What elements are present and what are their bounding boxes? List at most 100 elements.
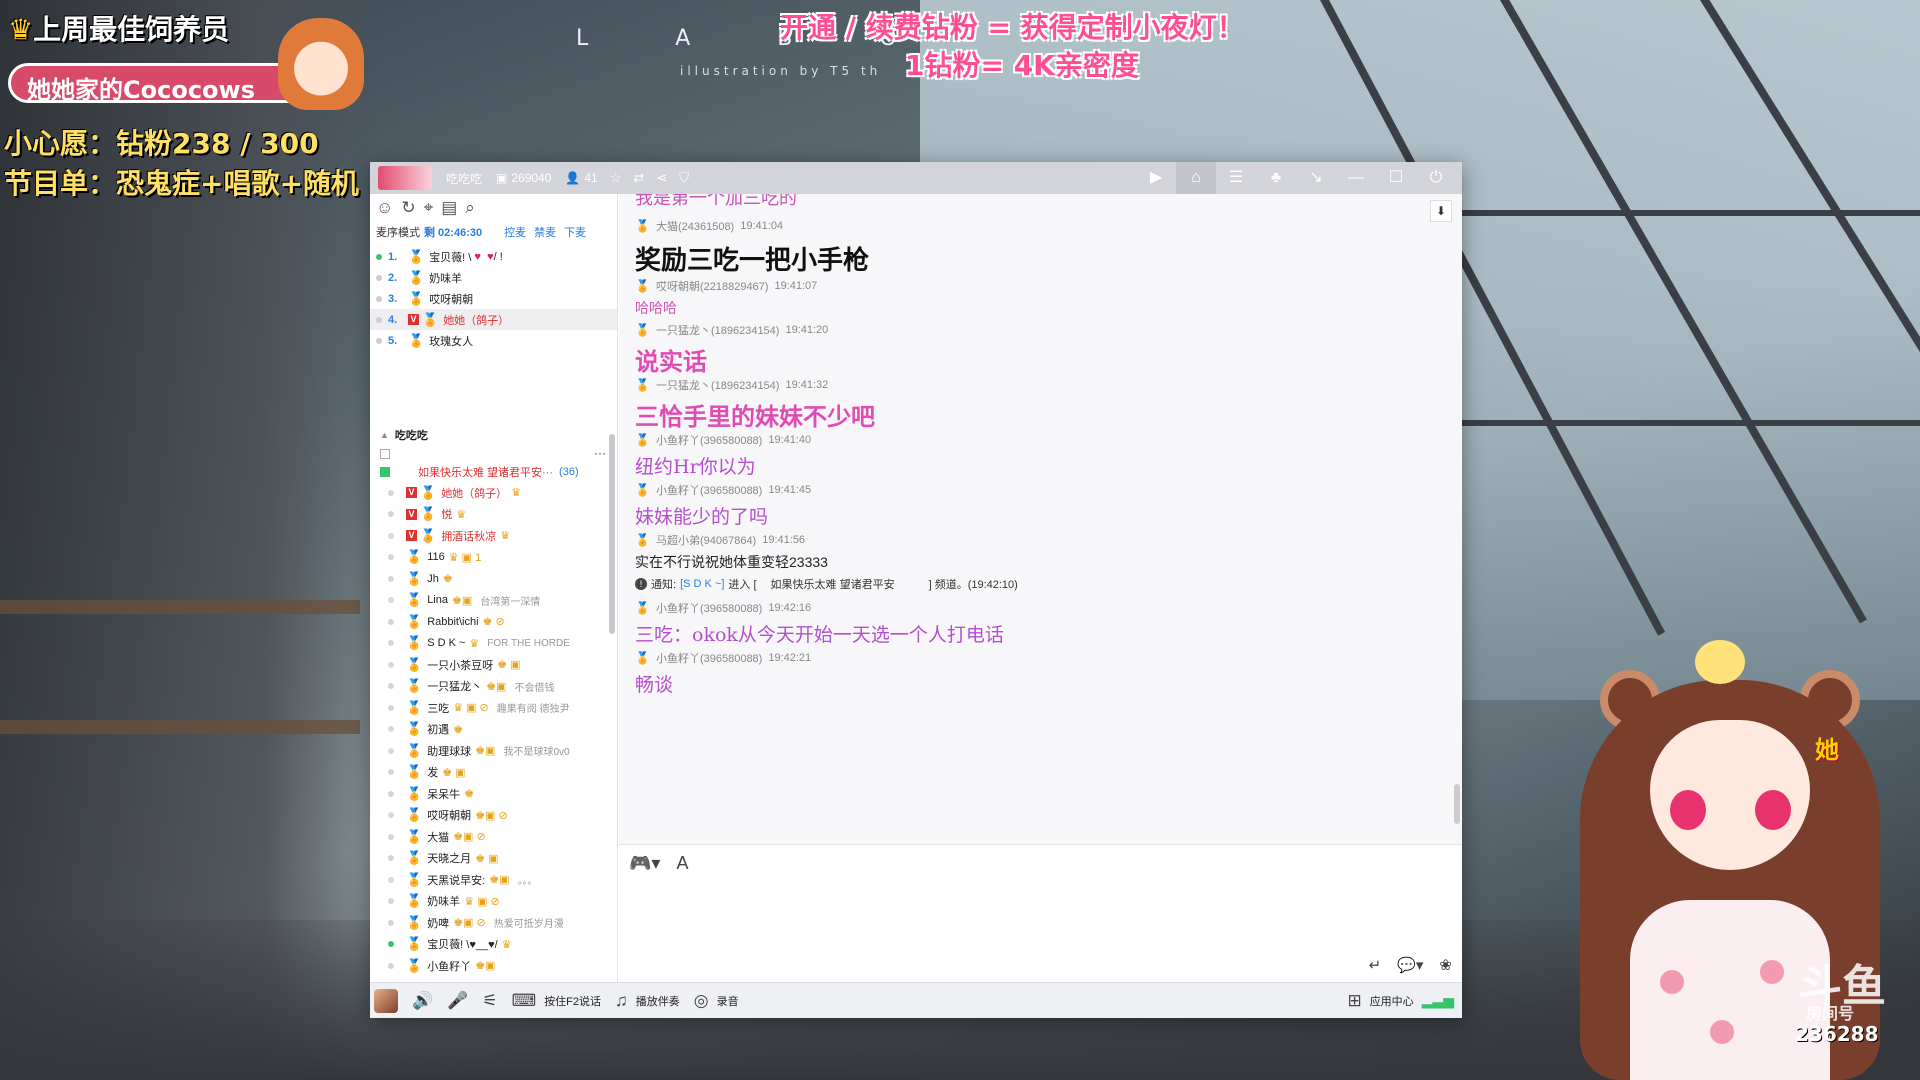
ban-mic-link[interactable]: 禁麦 bbox=[534, 224, 556, 240]
keyboard-icon[interactable]: ⌨ bbox=[512, 991, 537, 1011]
queue-row[interactable]: 2. 🏅 奶味羊 bbox=[370, 267, 617, 288]
mic-queue: 1. 🏅 宝贝薇! \ ♥ ♥ / ! 2. 🏅 奶味羊 3. 🏅 哎呀朝朝 4… bbox=[370, 246, 617, 351]
music-icon[interactable]: ♫ bbox=[615, 991, 628, 1011]
member-row[interactable]: 🏅 奶味羊 ♛ ▣ ⊘ bbox=[370, 891, 618, 913]
message-user[interactable]: 一只猛龙丶(1896234154) bbox=[656, 377, 780, 393]
message-text: 妹妹能少的了吗 bbox=[635, 506, 769, 528]
message-user[interactable]: 一只猛龙丶(1896234154) bbox=[656, 322, 780, 338]
queue-row[interactable]: 5. 🏅 玫瑰女人 bbox=[370, 330, 617, 351]
notice-channel: 如果快乐太难 望诸君平安 bbox=[770, 579, 895, 591]
channel-logo bbox=[378, 166, 432, 190]
speaker-icon[interactable]: 🔊 bbox=[412, 991, 433, 1011]
member-row[interactable]: 🏅 一只小茶豆呀 ♚ ▣ bbox=[370, 654, 618, 676]
message-user[interactable]: 哎呀朝朝(2218829467) bbox=[656, 278, 769, 294]
channel-header[interactable]: ▲ 吃吃吃 bbox=[370, 424, 618, 446]
shield-icon[interactable]: ⛉ bbox=[679, 170, 689, 186]
sub-channel[interactable]: 如果快乐太难 望诸君平安··· (36) bbox=[370, 462, 618, 482]
message-user[interactable]: 小鱼籽丫(396580088) bbox=[656, 600, 762, 616]
member-scrollbar[interactable] bbox=[609, 434, 615, 634]
chat-bubble-icon[interactable]: 💬▾ bbox=[1397, 956, 1423, 974]
member-row[interactable]: 🏅 大猫 ♚▣ ⊘ bbox=[370, 826, 618, 848]
profile-icon[interactable]: ☺ bbox=[376, 198, 393, 218]
record-icon[interactable]: ◎ bbox=[694, 991, 709, 1011]
flower-icon[interactable]: ❀ bbox=[1439, 956, 1452, 974]
member-row[interactable]: 🏅 天晓之月 ♚ ▣ bbox=[370, 848, 618, 870]
member-row[interactable]: 🏅 助理球球 ♚▣ 我不是球球0v0 bbox=[370, 740, 618, 762]
play-accompaniment-label[interactable]: 播放伴奏 bbox=[636, 993, 680, 1009]
gamepad-icon[interactable]: 🎮▾ bbox=[629, 853, 660, 874]
notice-user[interactable]: [S D K ~] bbox=[680, 578, 724, 590]
power-icon[interactable]: ⏻ bbox=[1416, 162, 1456, 194]
message-user[interactable]: 小鱼籽丫(396580088) bbox=[656, 432, 762, 448]
v-badge-icon: V bbox=[406, 508, 417, 520]
microphone-icon[interactable]: 🎤 bbox=[447, 991, 468, 1011]
queue-timer: 剩 02:46:30 bbox=[424, 227, 483, 239]
message-user[interactable]: 马超小弟(94067864) bbox=[656, 532, 756, 548]
member-row[interactable]: 🏅 116 ♛ ▣ 1 bbox=[370, 547, 618, 569]
refresh-icon[interactable]: ↻ bbox=[401, 198, 415, 218]
search-icon[interactable]: ⌕ bbox=[465, 198, 475, 218]
member-row[interactable]: 🏅 宝贝薇! \♥__♥/♛ bbox=[370, 934, 618, 956]
queue-row[interactable]: 4. V 🏅 她她（鸽子） bbox=[370, 309, 617, 330]
queue-row[interactable]: 3. 🏅 哎呀朝朝 bbox=[370, 288, 617, 309]
member-badges: ♚▣ ⊘ bbox=[453, 917, 486, 930]
notes-icon[interactable]: ▤ bbox=[441, 198, 457, 218]
chat-message: 🏅 马超小弟(94067864) 19:41:56 实在不行说祝她体重变轻23333 bbox=[635, 532, 828, 572]
collapse-icon[interactable]: ▲ bbox=[380, 430, 389, 440]
apps-icon[interactable]: ⊞ bbox=[1347, 991, 1361, 1011]
member-row[interactable]: 🏅 哎呀朝朝 ♚▣ ⊘ bbox=[370, 805, 618, 827]
drop-mic-link[interactable]: 下麦 bbox=[564, 224, 586, 240]
member-row[interactable]: V 🏅 拥酒话秋凉 ♛ bbox=[370, 525, 618, 547]
shrink-icon[interactable]: ↘ bbox=[1296, 162, 1336, 194]
video-icon[interactable]: ▶ bbox=[1136, 162, 1176, 194]
member-signature: FOR THE HORDE bbox=[487, 637, 570, 649]
member-row[interactable]: 🏅 Rabbit\ichi ♚ ⊘ bbox=[370, 611, 618, 633]
chat-scrollbar[interactable] bbox=[1454, 784, 1460, 824]
home-icon[interactable]: ⌂ bbox=[1176, 162, 1216, 194]
member-badges: ♚▣ bbox=[475, 745, 496, 758]
member-row[interactable]: 🏅 S D K ~ ♛ FOR THE HORDE bbox=[370, 633, 618, 655]
push-to-talk-label[interactable]: 按住F2说话 bbox=[544, 993, 601, 1009]
scroll-down-button[interactable]: ⬇ bbox=[1430, 200, 1452, 222]
bottom-bar: 🔊 🎤 ⚟ ⌨ 按住F2说话 ♫ 播放伴奏 ◎ 录音 ⊞ 应用中心 ▂▃▅ bbox=[370, 982, 1462, 1018]
message-user[interactable]: 大猫(24361508) bbox=[656, 218, 734, 234]
control-mic-link[interactable]: 控麦 bbox=[504, 224, 526, 240]
list-icon[interactable]: ☰ bbox=[1216, 162, 1256, 194]
record-label[interactable]: 录音 bbox=[717, 993, 739, 1009]
member-row[interactable]: 🏅 一只猛龙丶 ♚▣ 不会借钱 bbox=[370, 676, 618, 698]
send-enter-icon[interactable]: ↵ bbox=[1369, 956, 1382, 974]
message-user[interactable]: 小鱼籽丫(396580088) bbox=[656, 650, 762, 666]
member-row[interactable]: 🏅 奶啤 ♚▣ ⊘ 热爱可抵岁月漫 bbox=[370, 912, 618, 934]
member-row[interactable]: 🏅 小鱼籽丫 ♚▣ bbox=[370, 955, 618, 977]
favorite-icon[interactable]: ☆ bbox=[610, 170, 622, 186]
member-row[interactable]: 🏅 发 ♚ ▣ bbox=[370, 762, 618, 784]
member-row[interactable]: 🏅 呆呆牛 ♚ bbox=[370, 783, 618, 805]
member-row[interactable]: V 🏅 她她（鸽子） ♛ bbox=[370, 482, 618, 504]
member-name: Jh bbox=[427, 572, 439, 585]
share-icon[interactable]: ⋖ bbox=[656, 170, 667, 186]
chat-input-area[interactable]: 🎮▾ A ↵ 💬▾ ❀ bbox=[619, 844, 1462, 982]
mixer-icon[interactable]: ⚟ bbox=[482, 991, 497, 1011]
minimize-box-icon[interactable] bbox=[380, 449, 390, 459]
location-icon[interactable]: ⌖ bbox=[424, 198, 434, 218]
message-user[interactable]: 小鱼籽丫(396580088) bbox=[656, 482, 762, 498]
transfer-icon[interactable]: ⇄ bbox=[633, 170, 644, 186]
more-icon[interactable]: ··· bbox=[594, 446, 606, 460]
member-row[interactable]: 🏅 初遇 ♚ bbox=[370, 719, 618, 741]
titlebar[interactable]: 吃吃吃 ▣ 269040 👤 41 ☆ ⇄ ⋖ ⛉ ▶ ⌂ ☰ ♣ ↘ — ☐ ⏻ bbox=[370, 162, 1462, 194]
game-icon[interactable]: ♣ bbox=[1256, 162, 1296, 194]
member-row[interactable]: 🏅 Lina ♚▣ 台湾第一深情 bbox=[370, 590, 618, 612]
maximize-icon[interactable]: ☐ bbox=[1376, 162, 1416, 194]
medal-icon: 🏅 bbox=[406, 699, 423, 715]
member-row[interactable]: 🏅 Jh ♚ bbox=[370, 568, 618, 590]
member-row[interactable]: V 🏅 悦 ♛ bbox=[370, 504, 618, 526]
avatar[interactable] bbox=[374, 988, 398, 1013]
member-row[interactable]: 🏅 天黑说早安: ♚▣ 。。。 bbox=[370, 869, 618, 891]
vtuber-eye bbox=[1670, 790, 1706, 830]
minimize-icon[interactable]: — bbox=[1336, 162, 1376, 194]
member-row[interactable]: 🏅 三吃 ♛ ▣ ⊘ 趣果有阅 德独尹 bbox=[370, 697, 618, 719]
medal-icon: 🏅 bbox=[406, 549, 423, 565]
app-center-label[interactable]: 应用中心 bbox=[1370, 993, 1414, 1009]
font-style-icon[interactable]: A bbox=[676, 853, 688, 874]
queue-row[interactable]: 1. 🏅 宝贝薇! \ ♥ ♥ / ! bbox=[370, 246, 617, 267]
